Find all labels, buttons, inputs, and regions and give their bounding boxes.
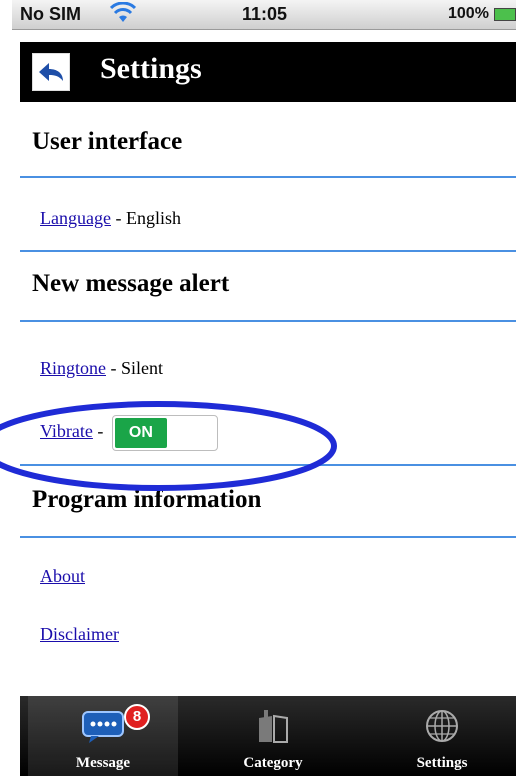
language-value: - English xyxy=(115,208,181,228)
tab-label: Message xyxy=(75,755,131,771)
disclaimer-link[interactable]: Disclaimer xyxy=(40,624,119,644)
tab-category[interactable]: Category xyxy=(198,696,348,776)
message-bubble-icon xyxy=(82,711,124,743)
ringtone-link[interactable]: Ringtone xyxy=(40,358,106,378)
tab-label: Category xyxy=(243,755,303,771)
tab-bar: 8 Message Category Settings xyxy=(20,696,516,776)
disclaimer-row: Disclaimer xyxy=(40,624,119,645)
tab-settings[interactable]: Settings xyxy=(368,696,516,776)
divider xyxy=(20,320,516,322)
highlight-ellipse xyxy=(0,401,337,491)
page-title: Settings xyxy=(100,52,202,85)
divider xyxy=(20,536,516,538)
carrier-label: No SIM xyxy=(20,4,81,24)
language-link[interactable]: Language xyxy=(40,208,111,228)
wifi-icon xyxy=(110,2,136,22)
globe-icon xyxy=(426,710,458,742)
status-bar: No SIM 11:05 100% xyxy=(12,0,516,30)
battery-percent: 100% xyxy=(448,5,489,22)
about-row: About xyxy=(40,566,85,587)
divider xyxy=(20,250,516,252)
book-icon xyxy=(259,710,288,743)
tab-message[interactable]: 8 Message xyxy=(28,696,178,776)
clock: 11:05 xyxy=(242,4,288,24)
unread-badge: 8 xyxy=(124,704,150,730)
section-title-user-interface: User interface xyxy=(32,128,183,155)
ringtone-row: Ringtone - Silent xyxy=(40,358,163,379)
divider xyxy=(20,176,516,178)
back-arrow-icon xyxy=(39,63,63,81)
back-button[interactable] xyxy=(32,53,70,91)
title-bar: Settings xyxy=(12,30,516,114)
phone-screen: No SIM 11:05 100% Settings User interfac… xyxy=(12,0,516,776)
title-bar-background: Settings xyxy=(20,42,516,102)
battery-icon xyxy=(494,8,516,21)
tab-label: Settings xyxy=(416,755,468,771)
section-title-new-message-alert: New message alert xyxy=(32,270,230,297)
ringtone-value: - Silent xyxy=(110,358,164,378)
about-link[interactable]: About xyxy=(40,566,85,586)
language-row: Language - English xyxy=(40,208,181,229)
